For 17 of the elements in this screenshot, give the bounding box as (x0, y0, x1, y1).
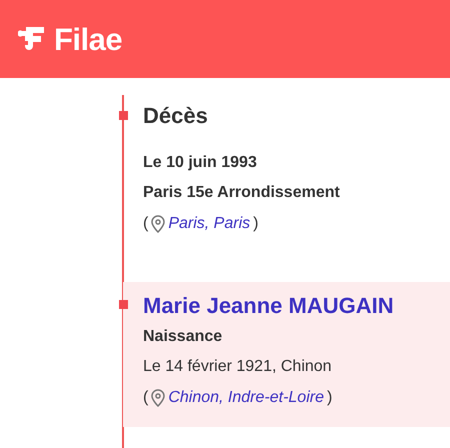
person-name-link[interactable]: Marie Jeanne MAUGAIN (143, 291, 450, 321)
location-pin-icon (151, 214, 166, 232)
paren: ) (326, 388, 332, 408)
event-detail: Le 10 juin 1993 (143, 153, 258, 173)
paren: ( (143, 214, 148, 234)
event-title: Décès (143, 102, 209, 130)
brand-name: Filae (54, 24, 122, 54)
place-link[interactable]: Paris, Paris (168, 208, 250, 239)
event-type: Naissance (143, 327, 224, 347)
event-detail: Le 14 février 1921, Chinon (143, 357, 333, 377)
paren: ( (143, 388, 148, 408)
paren: ) (253, 214, 258, 234)
event-detail: Paris 15e Arrondissement (143, 183, 341, 203)
location-pin-icon (151, 388, 166, 406)
timeline-marker (119, 111, 128, 120)
place-link[interactable]: Chinon, Indre-et-Loire (168, 382, 324, 413)
timeline-marker (119, 300, 128, 309)
